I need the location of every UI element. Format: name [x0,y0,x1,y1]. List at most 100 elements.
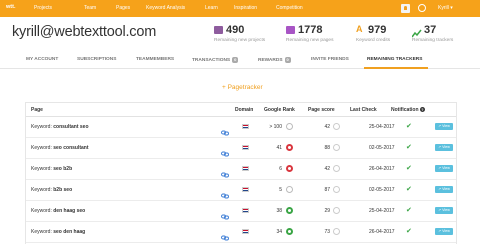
tab-teammembers[interactable]: TEAMMEMBERS [136,57,174,62]
col-page-score: Page score [308,107,335,113]
trend-chart-icon [411,25,422,38]
rank-trend-down-icon [286,165,293,172]
table-header: Page Domain Google Rank Page score Last … [26,103,456,117]
view-button[interactable]: ↗ View [435,144,453,151]
page-cell: Keyword: b2b seo [31,187,72,193]
nav-pages[interactable]: Pages [116,5,130,11]
col-last-check: Last Check [350,107,377,113]
page-icon [286,26,295,34]
netherlands-flag-icon [242,208,249,213]
link-icon[interactable] [221,228,229,241]
page-cell: Keyword: seo consultant [31,145,89,151]
keyword-prefix: Keyword: [31,229,52,235]
globe-icon[interactable] [418,4,426,12]
score-gauge-icon [333,165,340,172]
page-cell: Keyword: seo den haag [31,229,85,235]
table-row: Keyword: seo den haag 34 73 26-04-2017 ✔ ↗ Vi… [26,222,456,243]
netherlands-flag-icon [242,187,249,192]
stat-label: Keyword credits [356,38,391,43]
nav-projects[interactable]: Projects [34,5,52,11]
netherlands-flag-icon [242,166,249,171]
keyword-value: seo consultant [53,145,89,151]
view-button[interactable]: ↗ View [435,186,453,193]
app-logo[interactable]: wtt. [6,4,15,10]
keyword-value: seo b2b [53,166,73,172]
stat-label: Remaining new projects [214,38,266,43]
link-icon[interactable] [221,207,229,220]
view-button[interactable]: ↗ View [435,165,453,172]
last-check-date: 02-05-2017 [369,187,395,193]
user-name: Kyrill [438,5,449,11]
help-icon[interactable]: ? [419,107,425,112]
stat-value: 37 [424,24,437,36]
view-button[interactable]: ↗ View [435,207,453,214]
rank-trend-up-icon [286,228,293,235]
nav-team[interactable]: Team [84,5,96,11]
tab-subscriptions[interactable]: SUBSCRIPTIONS [77,57,116,62]
tab-remaining-trackers[interactable]: REMAINING TRACKERS [367,57,422,62]
table-row: Keyword: b2b seo 5 87 02-05-2017 ✔ ↗ View [26,180,456,201]
view-button[interactable]: ↗ View [435,123,453,130]
col-notification: Notification ? [391,107,425,113]
keyword-prefix: Keyword: [31,187,52,193]
google-rank: > 100 [269,124,282,130]
page-score: 87 [324,187,330,193]
notification-bell-icon[interactable] [401,4,410,13]
active-tab-indicator [364,67,428,69]
keyword-value: b2b seo [53,187,73,193]
keyword-prefix: Keyword: [31,166,52,172]
check-icon: ✔ [406,144,412,151]
user-menu[interactable]: Kyrill ▾ [438,5,453,11]
account-email: kyrill@webtexttool.com [12,24,157,40]
nav-competition[interactable]: Competition [276,5,303,11]
nav-keyword-analysis[interactable]: Keyword Analysis [146,5,185,11]
last-check-date: 02-05-2017 [369,145,395,151]
table-row: Keyword: den haag seo 38 29 25-04-2017 ✔ ↗ Vi… [26,201,456,222]
col-google-rank: Google Rank [264,107,295,113]
table-row: Keyword: seo b2b 6 42 26-04-2017 ✔ ↗ View [26,159,456,180]
link-icon[interactable] [221,144,229,157]
link-icon[interactable] [221,165,229,178]
keyword-value: den haag seo [53,208,86,214]
rank-trend-up-icon [286,207,293,214]
rank-trend-down-icon [286,144,293,151]
tab-invite-friends[interactable]: INVITE FRIENDS [311,57,349,62]
table-row: Keyword: seo consultant 41 88 02-05-2017 ✔ ↗ … [26,138,456,159]
stat-value: 979 [368,24,387,36]
google-rank: 38 [276,208,282,214]
stat-label: Remaining trackers [412,38,454,43]
tab-rewards[interactable]: REWARDS 0 [258,57,291,63]
score-gauge-icon [333,123,340,130]
transactions-badge: 0 [232,57,239,63]
score-gauge-icon [333,144,340,151]
stat-value: 1778 [298,24,323,36]
check-icon: ✔ [406,228,412,235]
keyword-value: consultant seo [53,124,89,130]
tab-my-account[interactable]: MY ACCOUNT [26,57,58,62]
page-cell: Keyword: seo b2b [31,166,72,172]
netherlands-flag-icon [242,145,249,150]
rank-trend-neutral-icon [286,186,293,193]
check-icon: ✔ [406,186,412,193]
last-check-date: 25-04-2017 [369,124,395,130]
table-row: Keyword: consultant seo > 100 42 25-04-2017… [26,117,456,138]
add-pagetracker-link[interactable]: + Pagetracker [222,84,263,91]
folder-icon [214,26,223,34]
page-score: 42 [324,124,330,130]
page-cell: Keyword: consultant seo [31,124,89,130]
nav-learn[interactable]: Learn [205,5,218,11]
check-icon: ✔ [406,207,412,214]
tab-transactions[interactable]: TRANSACTIONS 0 [192,57,239,63]
page-score: 88 [324,145,330,151]
stat-label: Remaining new pages [286,38,334,43]
check-icon: ✔ [406,165,412,172]
keyword-prefix: Keyword: [31,145,52,151]
view-button[interactable]: ↗ View [435,228,453,235]
link-icon[interactable] [221,123,229,136]
netherlands-flag-icon [242,124,249,129]
check-icon: ✔ [406,123,412,130]
google-rank: 5 [279,187,282,193]
score-gauge-icon [333,228,340,235]
link-icon[interactable] [221,186,229,199]
nav-inspiration[interactable]: Inspiration [234,5,257,11]
